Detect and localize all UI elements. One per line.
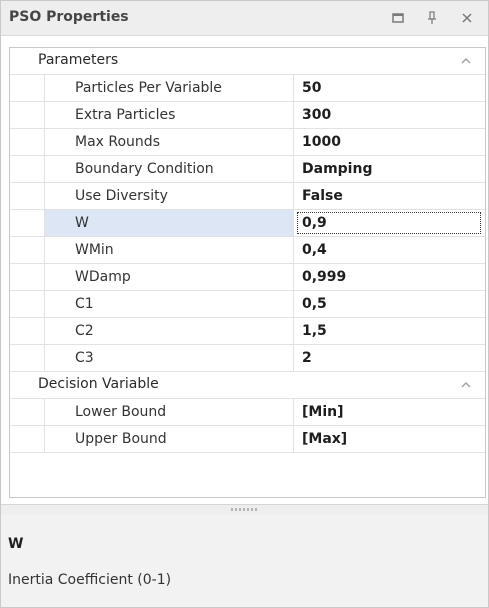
property-row[interactable]: Use Diversity False: [10, 183, 485, 210]
close-icon[interactable]: [456, 7, 478, 29]
property-value[interactable]: 2: [296, 346, 482, 370]
property-row[interactable]: Lower Bound [Min]: [10, 399, 485, 426]
property-name: C3: [44, 345, 294, 371]
property-row[interactable]: Upper Bound [Max]: [10, 426, 485, 453]
property-row[interactable]: W 0,9: [10, 210, 485, 237]
property-value[interactable]: 1,5: [296, 319, 482, 343]
property-row[interactable]: C2 1,5: [10, 318, 485, 345]
property-name: Extra Particles: [44, 102, 294, 128]
property-value[interactable]: 0,999: [296, 265, 482, 289]
category-row[interactable]: Decision Variable: [10, 372, 485, 399]
property-name: C2: [44, 318, 294, 344]
property-name: W: [44, 210, 294, 236]
grip-icon: [231, 508, 257, 511]
property-row[interactable]: WMin 0,4: [10, 237, 485, 264]
property-value[interactable]: [Min]: [296, 400, 482, 424]
property-name: Use Diversity: [44, 183, 294, 209]
property-value[interactable]: 300: [296, 103, 482, 127]
property-name: C1: [44, 291, 294, 317]
panel-title: PSO Properties: [9, 9, 129, 25]
property-row[interactable]: C3 2: [10, 345, 485, 372]
property-value[interactable]: 0,5: [296, 292, 482, 316]
pin-icon[interactable]: [421, 7, 443, 29]
property-value[interactable]: False: [296, 184, 482, 208]
property-row[interactable]: Particles Per Variable 50: [10, 75, 485, 102]
property-value[interactable]: 0,4: [296, 238, 482, 262]
chevron-up-icon[interactable]: [459, 378, 473, 392]
property-row[interactable]: WDamp 0,999: [10, 264, 485, 291]
category-label: Parameters: [38, 52, 119, 68]
category-row[interactable]: Parameters: [10, 48, 485, 75]
property-row[interactable]: C1 0,5: [10, 291, 485, 318]
category-label: Decision Variable: [38, 376, 159, 392]
property-value[interactable]: 1000: [296, 130, 482, 154]
pso-properties-panel: PSO Properties Parameters Particles Per V…: [0, 0, 489, 608]
property-name: Particles Per Variable: [44, 75, 294, 101]
property-value[interactable]: Damping: [296, 157, 482, 181]
property-row[interactable]: Boundary Condition Damping: [10, 156, 485, 183]
description-text: Inertia Coefficient (0-1): [8, 572, 172, 588]
description-area: W Inertia Coefficient (0-1): [1, 515, 488, 607]
property-grid: Parameters Particles Per Variable 50 Extra …: [9, 47, 486, 498]
property-name: WMin: [44, 237, 294, 263]
property-value[interactable]: 0,9: [296, 211, 482, 235]
property-name: Boundary Condition: [44, 156, 294, 182]
panel-titlebar: PSO Properties: [1, 1, 488, 36]
property-name: WDamp: [44, 264, 294, 290]
property-name: Max Rounds: [44, 129, 294, 155]
maximize-icon[interactable]: [387, 7, 409, 29]
property-value[interactable]: [Max]: [296, 427, 482, 451]
property-row[interactable]: Max Rounds 1000: [10, 129, 485, 156]
property-name: Upper Bound: [44, 426, 294, 452]
chevron-up-icon[interactable]: [459, 54, 473, 68]
property-name: Lower Bound: [44, 399, 294, 425]
property-row[interactable]: Extra Particles 300: [10, 102, 485, 129]
property-value[interactable]: 50: [296, 76, 482, 100]
description-title: W: [8, 536, 24, 552]
